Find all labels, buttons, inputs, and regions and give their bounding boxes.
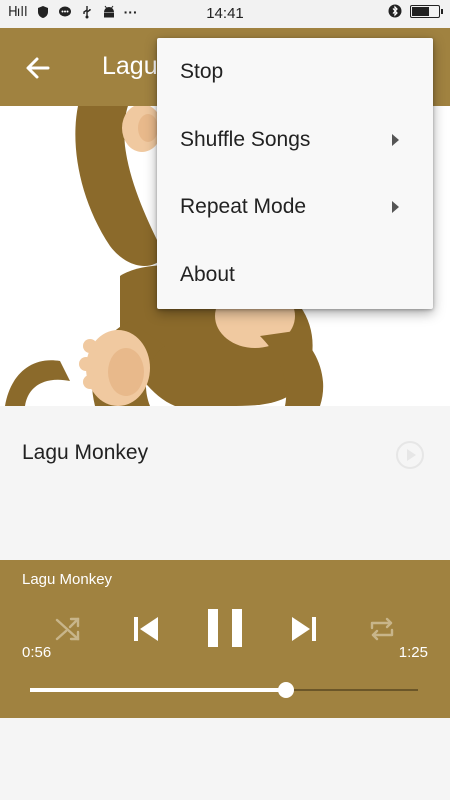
menu-item-label: About (180, 262, 235, 286)
list-item[interactable]: Lagu Monkey (0, 406, 450, 560)
menu-item-label: Repeat Mode (180, 195, 307, 218)
progress-fill (30, 688, 287, 692)
menu-item-label: Shuffle Songs (180, 127, 311, 151)
status-time: 14:41 (206, 5, 244, 22)
submenu-arrow-icon (392, 201, 399, 213)
status-bar: Hıll ··· 14:41 (0, 0, 450, 28)
play-circle-icon[interactable] (394, 439, 426, 471)
overflow-menu: Stop Shuffle Songs Repeat Mode About (157, 38, 433, 309)
bluetooth-icon (388, 4, 402, 18)
menu-item-stop[interactable]: Stop (157, 38, 433, 106)
skip-previous-icon[interactable] (130, 613, 162, 645)
menu-item-shuffle-songs[interactable]: Shuffle Songs (157, 106, 433, 174)
status-right (388, 4, 443, 18)
now-playing-title: Lagu Monkey (22, 571, 113, 588)
bottom-area (0, 718, 450, 800)
slider-thumb[interactable] (278, 682, 295, 698)
menu-item-label: Stop (180, 60, 224, 83)
battery-icon (410, 4, 443, 18)
shuffle-icon[interactable] (54, 615, 82, 643)
duration-time: 1:25 (398, 644, 428, 661)
skip-next-icon[interactable] (288, 613, 320, 645)
submenu-arrow-icon (392, 133, 399, 146)
pause-icon[interactable] (206, 607, 244, 649)
progress-slider[interactable] (30, 682, 418, 698)
song-title: Lagu Monkey (22, 441, 149, 464)
back-arrow-icon[interactable] (22, 52, 54, 84)
repeat-icon[interactable] (368, 615, 396, 643)
elapsed-time: 0:56 (22, 644, 52, 661)
menu-item-about[interactable]: About (157, 241, 433, 309)
player-panel: Lagu Monkey 0:56 1:25 (0, 560, 450, 718)
menu-item-repeat-mode[interactable]: Repeat Mode (157, 173, 433, 241)
